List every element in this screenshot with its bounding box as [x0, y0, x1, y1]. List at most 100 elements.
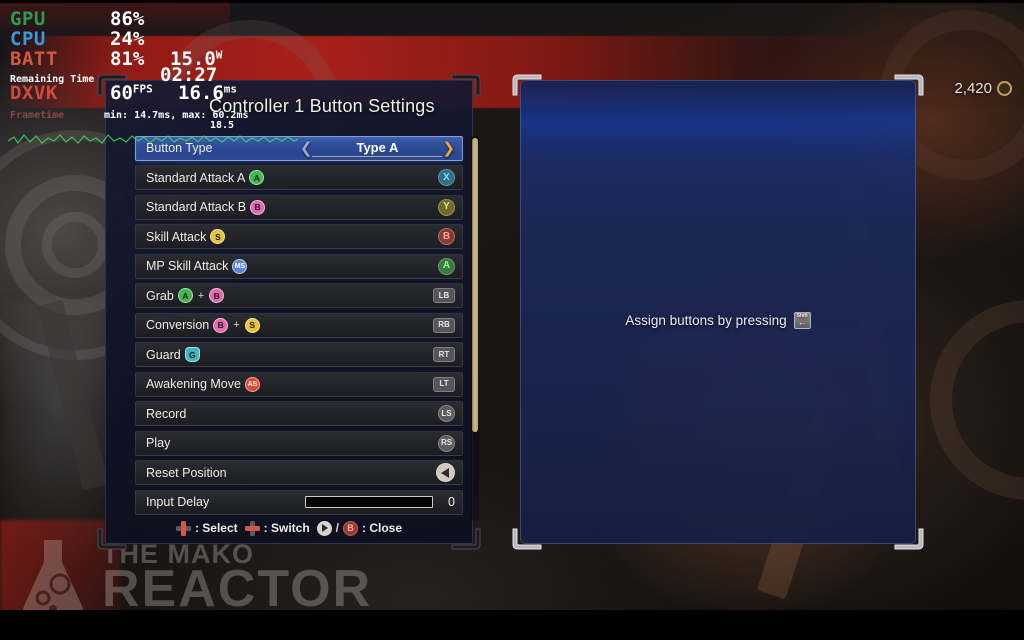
setting-row-label: Grab A + B [146, 288, 225, 304]
corner-bracket-bottom-right [451, 528, 481, 550]
legend-select-text: : Select [194, 521, 238, 535]
dpad-arm [180, 520, 186, 536]
assign-instruction-text: Assign buttons by pressing [625, 313, 787, 328]
corner-bracket-top-right [451, 74, 481, 96]
setting-rows-container: Standard Attack A A X Standard Attack B B Y Sk… [135, 165, 463, 486]
corner-bracket-bottom-right [894, 528, 924, 550]
dpad-horizontal-icon [244, 520, 260, 536]
bound-button-ls[interactable]: LS [438, 405, 455, 423]
settings-list[interactable]: Button Type ❮ Type A ❯ Standard Attack A… [135, 136, 463, 521]
bound-button-y[interactable]: Y [438, 198, 455, 216]
setting-row-label: Reset Position [146, 466, 227, 480]
setting-row-input-delay[interactable]: Input Delay 0 [135, 489, 463, 515]
bound-button-rs[interactable]: RS [438, 434, 455, 452]
dpad-vertical-icon [175, 520, 191, 536]
batt-unit: % [132, 48, 145, 70]
bound-button-b[interactable]: B [438, 228, 455, 246]
setting-row-text: Record [146, 406, 187, 421]
action-badge-ms: MS [232, 258, 248, 274]
play-button-icon [316, 520, 332, 536]
setting-row-text: Reset Position [146, 465, 227, 480]
frametime-unit: ms [223, 82, 238, 96]
plus-separator: + [233, 319, 240, 332]
footer-legend: : Select : Switch / B : Close [105, 514, 473, 542]
setting-row[interactable]: Reset Position [135, 460, 463, 486]
game-screen: GPU 86% CPU 24% BATT 81% 15.0W Remaining… [0, 0, 1024, 640]
setting-row-label: Record [146, 407, 186, 421]
chevron-left-icon[interactable]: ❮ [300, 141, 313, 156]
legend-separator: / [335, 521, 340, 535]
dxvk-label: DXVK [10, 82, 58, 104]
batt-value: 81 [110, 48, 133, 70]
action-badge-b: B [250, 199, 266, 215]
action-badge-b: B [213, 317, 229, 333]
input-delay-value: 0 [448, 495, 455, 510]
fps-unit: FPS [132, 82, 153, 96]
setting-row-label: Awakening Move AS [146, 376, 260, 392]
setting-row[interactable]: Guard G RT [135, 342, 463, 368]
corner-bracket-bottom-left [512, 528, 542, 550]
setting-row[interactable]: Play RS [135, 430, 463, 456]
corner-bracket-top-right [894, 74, 924, 96]
triangle-glyph [440, 467, 449, 478]
setting-row-text: Guard [146, 347, 181, 362]
action-badge-s: S [244, 317, 260, 333]
scrollbar[interactable] [471, 136, 479, 521]
setting-row-label: MP Skill Attack MS [146, 258, 248, 274]
legend-select: : Select [175, 520, 238, 536]
corner-bracket-top-left [512, 74, 542, 96]
bound-button-rt[interactable]: RT [433, 347, 455, 363]
setting-row-text: MP Skill Attack [146, 259, 229, 274]
setting-row[interactable]: Grab A + B LB [135, 283, 463, 309]
corner-bracket-bottom-left [97, 528, 127, 550]
frametime-value: 16.6 [178, 82, 224, 104]
bound-button-rb[interactable]: RB [433, 317, 455, 333]
letterbox-bottom [0, 610, 1024, 640]
dpad-arm [244, 525, 260, 531]
button-type-value: Type A [312, 140, 443, 157]
scrollbar-thumb[interactable] [472, 138, 478, 432]
gpu-unit: % [132, 8, 145, 30]
setting-row[interactable]: Record LS [135, 401, 463, 427]
performance-overlay: GPU 86% CPU 24% BATT 81% 15.0W Remaining… [0, 0, 300, 150]
legend-switch: : Switch [244, 520, 310, 536]
frametime-graph [8, 125, 298, 153]
legend-close: / B : Close [316, 520, 402, 536]
action-badge-g: G [184, 347, 200, 363]
cpu-unit: % [132, 28, 145, 50]
setting-row[interactable]: Standard Attack AA X [135, 165, 463, 191]
bound-button-a[interactable]: A [438, 257, 455, 275]
fps-value: 60 [110, 82, 133, 104]
currency-display: 2,420 [954, 80, 1012, 97]
keycap-arrow: ← [797, 317, 807, 327]
bound-button-lb[interactable]: LB [433, 288, 455, 304]
bound-button-x[interactable]: X [438, 169, 455, 187]
setting-row[interactable]: Skill Attack S B [135, 224, 463, 250]
action-badge-a: A [249, 170, 265, 186]
plus-separator: + [197, 289, 205, 302]
legend-switch-text: : Switch [263, 521, 310, 535]
setting-row-text: Play [146, 436, 171, 451]
arrow-left-button-icon[interactable] [436, 463, 455, 483]
setting-row[interactable]: Standard Attack BB Y [135, 194, 463, 220]
setting-row-text: Awakening Move [146, 377, 241, 392]
shift-key-icon: Shift ← [793, 312, 811, 329]
cpu-label: CPU [10, 28, 46, 50]
action-badge-a: A [177, 288, 193, 304]
input-delay-slider[interactable] [305, 496, 433, 509]
setting-row-text: Skill Attack [146, 229, 207, 244]
currency-amount: 2,420 [954, 80, 992, 97]
action-badge-s: S [210, 229, 226, 245]
setting-row[interactable]: Conversion B + S RB [135, 312, 463, 338]
play-triangle [322, 524, 329, 532]
chevron-right-icon[interactable]: ❯ [442, 141, 455, 156]
setting-row[interactable]: MP Skill Attack MS A [135, 253, 463, 279]
assign-instruction: Assign buttons by pressing Shift ← [512, 312, 924, 329]
batt-power-unit: W [215, 48, 223, 62]
setting-row[interactable]: Awakening Move AS LT [135, 371, 463, 397]
setting-row-label: Play [146, 436, 170, 450]
bound-button-lt[interactable]: LT [433, 376, 455, 392]
setting-row-label: Standard Attack AA [146, 170, 265, 186]
gpu-value: 86 [110, 8, 133, 30]
frametime-graph-label: Frametime [10, 110, 65, 121]
